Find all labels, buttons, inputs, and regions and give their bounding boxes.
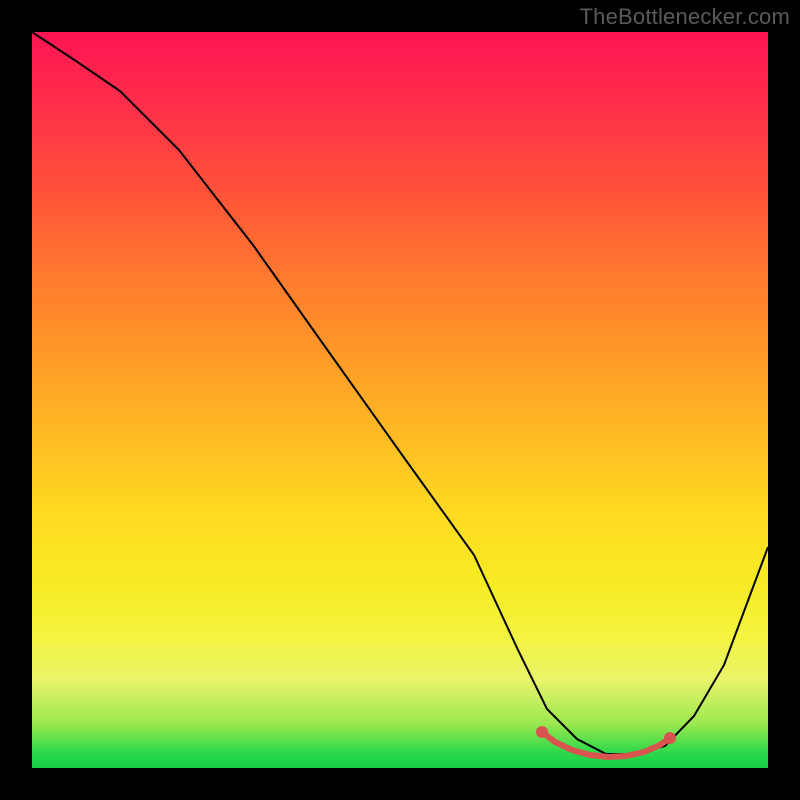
bottleneck-curve [32,32,768,754]
chart-frame: TheBottlenecker.com [0,0,800,800]
plot-area [32,32,768,768]
chart-svg [32,32,768,768]
optimal-range-start-dot [536,726,548,738]
attribution-text: TheBottlenecker.com [580,4,790,30]
optimal-range-end-dot [664,732,676,744]
